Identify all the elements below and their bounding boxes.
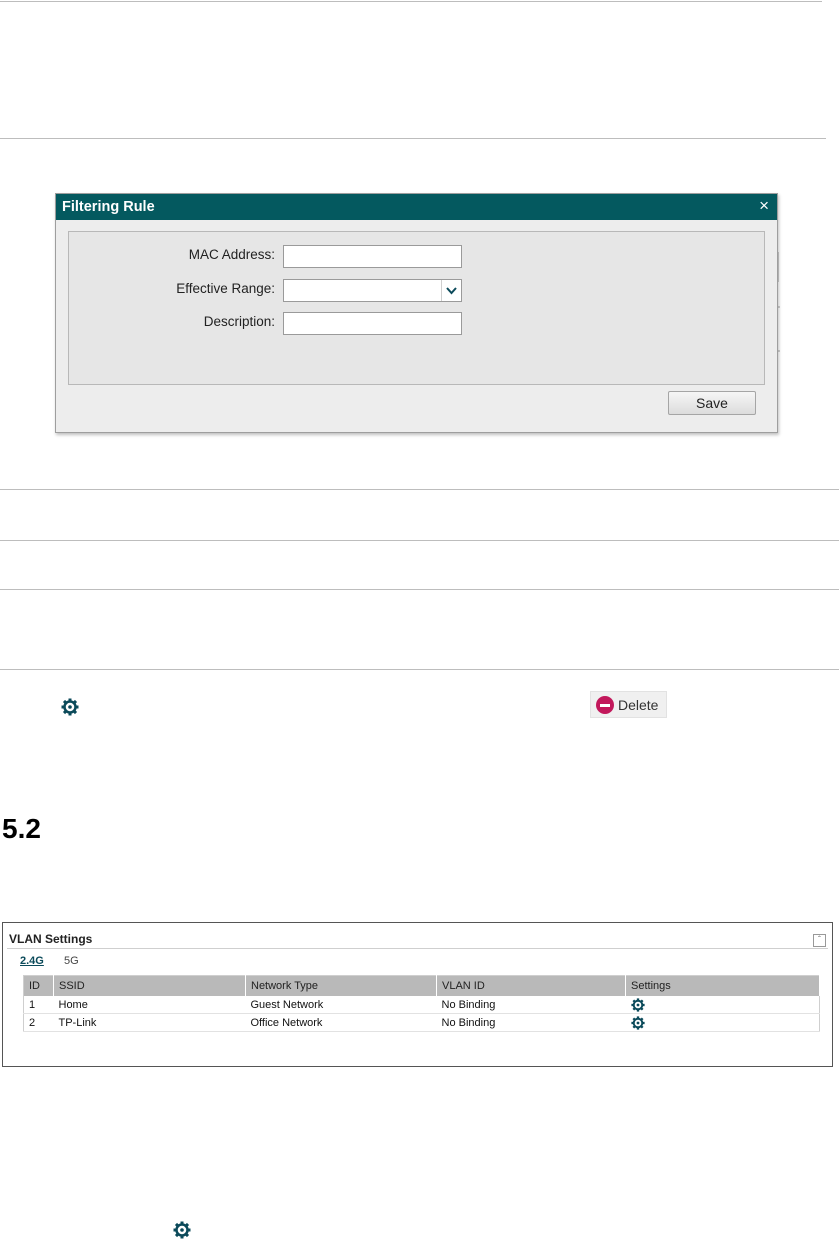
gear-icon[interactable] — [630, 997, 645, 1012]
row-vlan-id: No Binding — [436, 1013, 626, 1032]
divider — [0, 138, 826, 139]
mac-address-label: MAC Address: — [188, 247, 275, 262]
vlan-settings-panel: VLAN Settings ˆ 2.4G 5G ID SSID Network … — [2, 922, 833, 1067]
effective-range-label: Effective Range: — [176, 281, 275, 296]
description-input[interactable] — [283, 312, 462, 335]
save-button[interactable]: Save — [668, 391, 756, 415]
divider — [0, 589, 839, 590]
effective-range-select[interactable] — [283, 279, 462, 302]
gear-icon[interactable] — [173, 1221, 191, 1244]
delete-label: Delete — [618, 697, 659, 713]
row-id: 2 — [23, 1013, 54, 1032]
column-header-network-type: Network Type — [245, 975, 437, 996]
row-settings — [625, 1013, 820, 1032]
row-network-type: Office Network — [245, 1013, 437, 1032]
row-id: 1 — [23, 996, 54, 1014]
divider — [0, 540, 839, 541]
dialog-title: Filtering Rule — [62, 199, 155, 215]
column-header-settings: Settings — [625, 975, 820, 996]
chevron-down-icon[interactable] — [441, 280, 461, 301]
collapse-icon[interactable]: ˆ — [813, 934, 826, 947]
row-vlan-id: No Binding — [436, 996, 626, 1014]
table-row: 1 Home Guest Network No Binding — [23, 996, 820, 1014]
gear-icon[interactable] — [61, 698, 79, 721]
delete-icon — [596, 696, 614, 714]
gear-icon[interactable] — [630, 1015, 645, 1030]
divider — [7, 948, 828, 949]
row-ssid: TP-Link — [53, 1013, 246, 1032]
dialog-form-panel: MAC Address: Effective Range: Descriptio… — [68, 231, 765, 385]
vlan-table: ID SSID Network Type VLAN ID Settings 1 … — [23, 975, 820, 1032]
close-icon[interactable]: × — [759, 196, 769, 216]
divider — [0, 489, 839, 490]
delete-button[interactable]: Delete — [590, 691, 667, 718]
filtering-rule-dialog: Filtering Rule × MAC Address: Effective … — [55, 193, 778, 433]
divider — [0, 1, 822, 2]
table-row: 2 TP-Link Office Network No Binding — [23, 1013, 820, 1032]
tab-5g[interactable]: 5G — [64, 955, 79, 967]
mac-address-input[interactable] — [283, 245, 462, 268]
column-header-vlan-id: VLAN ID — [436, 975, 626, 996]
panel-title: VLAN Settings — [9, 932, 93, 946]
column-header-ssid: SSID — [53, 975, 246, 996]
row-ssid: Home — [53, 996, 246, 1014]
tab-2-4g[interactable]: 2.4G — [20, 955, 44, 967]
dialog-title-bar: Filtering Rule × — [56, 194, 777, 220]
description-label: Description: — [203, 314, 275, 329]
row-network-type: Guest Network — [245, 996, 437, 1014]
section-number: 5.2 — [2, 813, 41, 844]
row-settings — [625, 996, 820, 1014]
table-header-row: ID SSID Network Type VLAN ID Settings — [23, 975, 820, 996]
column-header-id: ID — [23, 975, 54, 996]
divider — [0, 669, 839, 670]
